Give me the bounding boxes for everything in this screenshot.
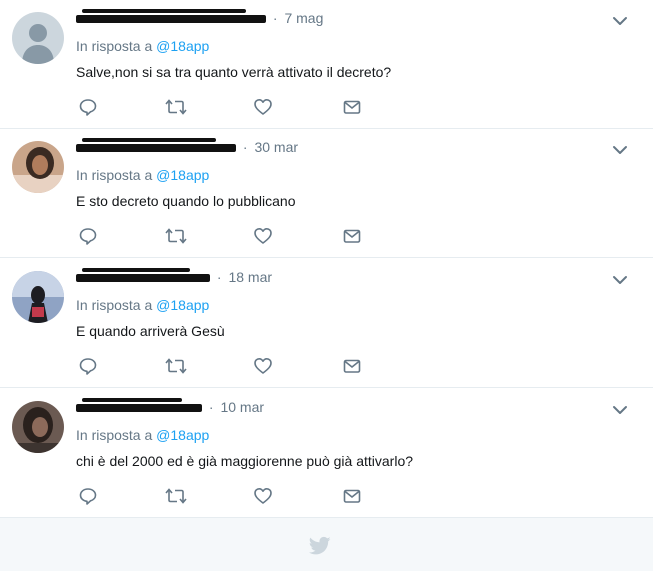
- reply-icon[interactable]: [78, 356, 100, 378]
- retweet-icon[interactable]: [165, 486, 187, 508]
- tweet-date[interactable]: 30 mar: [254, 139, 298, 155]
- avatar[interactable]: [12, 141, 64, 193]
- tweet-date[interactable]: 18 mar: [228, 269, 272, 285]
- retweet-icon[interactable]: [165, 356, 187, 378]
- chevron-down-icon[interactable]: [611, 271, 629, 289]
- redacted-author[interactable]: [76, 138, 236, 153]
- tweet[interactable]: · 7 mag In risposta a @18app Salve,non s…: [0, 0, 653, 129]
- reply-context: In risposta a @18app: [76, 167, 210, 183]
- tweet-text: chi è del 2000 ed è già maggiorenne può …: [76, 453, 414, 469]
- reply-context: In risposta a @18app: [76, 427, 210, 443]
- tweet-text: Salve,non si sa tra quanto verrà attivat…: [76, 64, 392, 80]
- direct-message-icon[interactable]: [342, 226, 364, 248]
- tweet-header: · 18 mar: [76, 268, 272, 285]
- tweet-date[interactable]: 7 mag: [284, 10, 323, 26]
- tweet[interactable]: · 10 mar In risposta a @18app chi è del …: [0, 389, 653, 518]
- like-icon[interactable]: [253, 486, 275, 508]
- like-icon[interactable]: [253, 97, 275, 119]
- tweet-text: E quando arriverà Gesù: [76, 323, 225, 339]
- chevron-down-icon[interactable]: [611, 12, 629, 30]
- tweet[interactable]: · 30 mar In risposta a @18app E sto decr…: [0, 129, 653, 258]
- mention-link[interactable]: @18app: [156, 427, 209, 443]
- avatar[interactable]: [12, 401, 64, 453]
- direct-message-icon[interactable]: [342, 97, 364, 119]
- tweet-header: · 7 mag: [76, 9, 323, 26]
- twitter-bird-icon: [308, 536, 331, 556]
- retweet-icon[interactable]: [165, 97, 187, 119]
- mention-link[interactable]: @18app: [156, 297, 209, 313]
- tweet[interactable]: · 18 mar In risposta a @18app E quando a…: [0, 259, 653, 388]
- like-icon[interactable]: [253, 226, 275, 248]
- mention-link[interactable]: @18app: [156, 167, 209, 183]
- redacted-author[interactable]: [76, 398, 202, 413]
- mention-link[interactable]: @18app: [156, 38, 209, 54]
- direct-message-icon[interactable]: [342, 356, 364, 378]
- chevron-down-icon[interactable]: [611, 141, 629, 159]
- redacted-author[interactable]: [76, 9, 266, 24]
- timeline-footer: [0, 518, 653, 571]
- reply-context: In risposta a @18app: [76, 38, 210, 54]
- tweet-header: · 10 mar: [76, 398, 264, 415]
- direct-message-icon[interactable]: [342, 486, 364, 508]
- like-icon[interactable]: [253, 356, 275, 378]
- reply-icon[interactable]: [78, 486, 100, 508]
- reply-icon[interactable]: [78, 226, 100, 248]
- replies-timeline: · 7 mag In risposta a @18app Salve,non s…: [0, 0, 653, 571]
- reply-icon[interactable]: [78, 97, 100, 119]
- chevron-down-icon[interactable]: [611, 401, 629, 419]
- retweet-icon[interactable]: [165, 226, 187, 248]
- avatar[interactable]: [12, 12, 64, 64]
- tweet-text: E sto decreto quando lo pubblicano: [76, 193, 296, 209]
- avatar[interactable]: [12, 271, 64, 323]
- tweet-header: · 30 mar: [76, 138, 298, 155]
- redacted-author[interactable]: [76, 268, 210, 283]
- tweet-date[interactable]: 10 mar: [220, 399, 264, 415]
- reply-context: In risposta a @18app: [76, 297, 210, 313]
